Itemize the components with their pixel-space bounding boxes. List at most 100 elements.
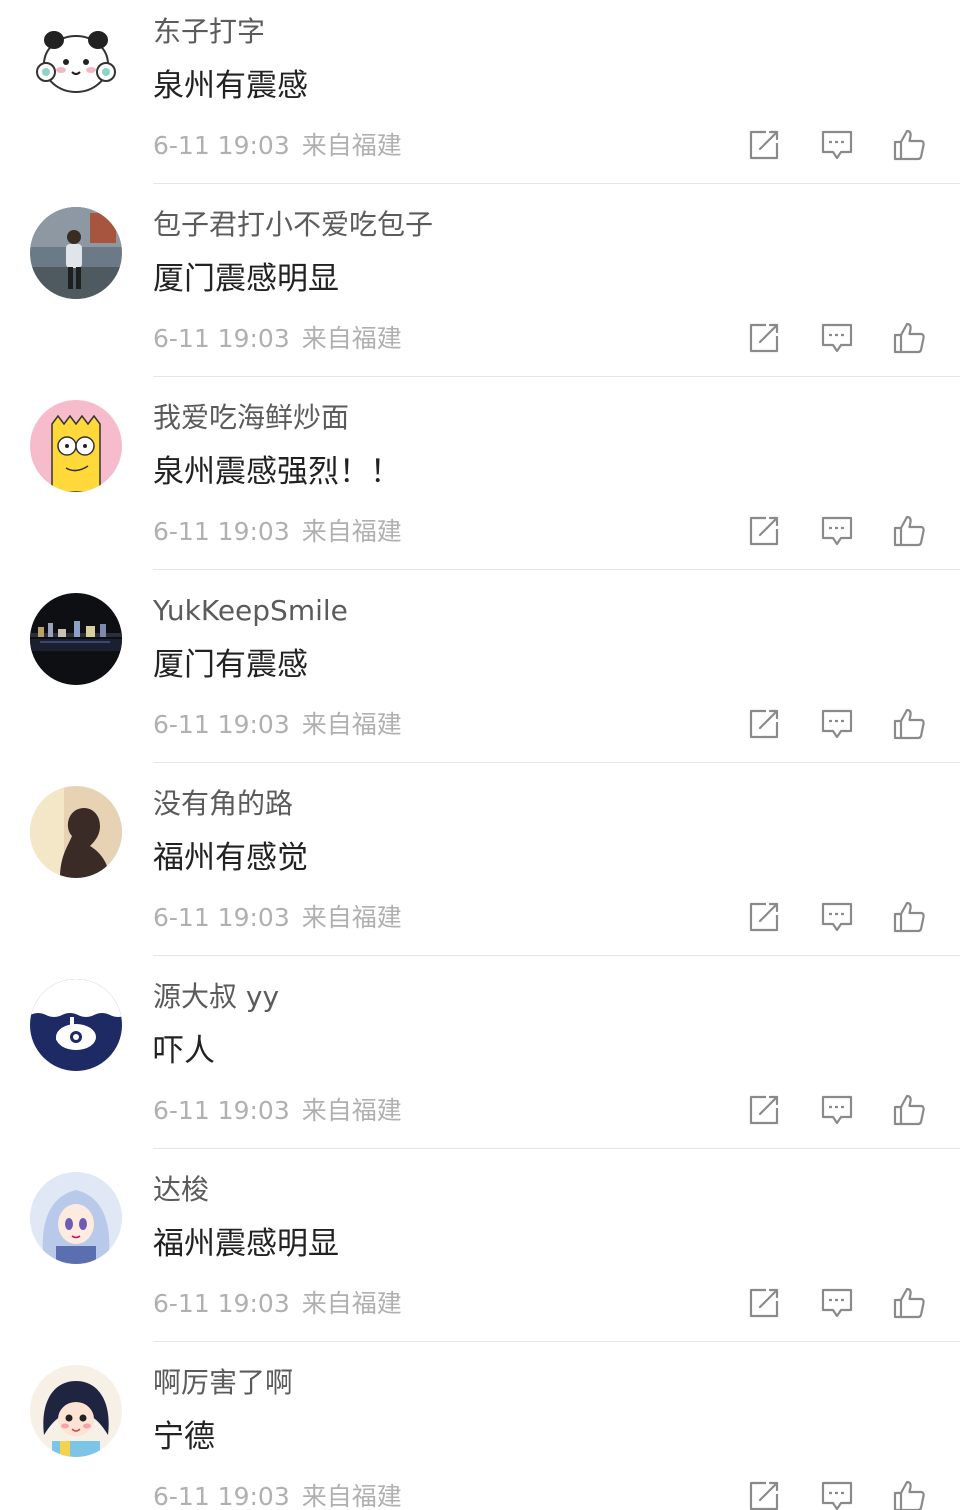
action-bar [744, 513, 934, 553]
avatar[interactable] [30, 1365, 122, 1457]
comment-location: 来自福建 [301, 710, 402, 739]
username[interactable]: YukKeepSmile [153, 591, 348, 631]
share-button[interactable] [746, 1092, 782, 1128]
divider [153, 569, 960, 570]
comment-item: 达梭 福州震感明显 6-11 19:03 来自福建 [0, 1158, 960, 1351]
avatar[interactable] [30, 593, 122, 685]
comment-text: 泉州震感强烈！！ [153, 454, 401, 490]
panda-headphones-avatar [30, 14, 122, 106]
comment-meta: 6-11 19:03 来自福建 [153, 1286, 402, 1322]
comment-location: 来自福建 [301, 903, 402, 932]
share-icon [749, 1288, 779, 1318]
bart-simpson-avatar [30, 400, 122, 492]
like-button[interactable] [891, 513, 927, 549]
comment-button[interactable] [819, 1092, 855, 1128]
avatar[interactable] [30, 786, 122, 878]
comment-location: 来自福建 [301, 1482, 402, 1510]
comment-button[interactable] [819, 1478, 855, 1510]
comment-item: 没有角的路 福州有感觉 6-11 19:03 来自福建 [0, 772, 960, 965]
like-button[interactable] [891, 320, 927, 356]
thumbs-up-icon [893, 1094, 925, 1126]
share-icon [749, 1095, 779, 1125]
comment-item: 包子君打小不爱吃包子 厦门震感明显 6-11 19:03 来自福建 [0, 193, 960, 386]
share-button[interactable] [746, 513, 782, 549]
comment-time: 6-11 19:03 [153, 1482, 290, 1510]
comment-location: 来自福建 [301, 324, 402, 353]
comment-time: 6-11 19:03 [153, 517, 290, 546]
comment-list: 东子打字 泉州有震感 6-11 19:03 来自福建 包子君打小不爱吃包子 厦门… [0, 0, 960, 1510]
avatar[interactable] [30, 14, 122, 106]
divider [153, 762, 960, 763]
comment-button[interactable] [819, 320, 855, 356]
share-button[interactable] [746, 1478, 782, 1510]
comment-icon [821, 516, 853, 546]
share-button[interactable] [746, 320, 782, 356]
share-button[interactable] [746, 706, 782, 742]
avatar[interactable] [30, 400, 122, 492]
comment-button[interactable] [819, 127, 855, 163]
comment-icon [821, 709, 853, 739]
comment-button[interactable] [819, 899, 855, 935]
username[interactable]: 包子君打小不爱吃包子 [153, 205, 433, 245]
username[interactable]: 东子打字 [153, 12, 265, 52]
comment-location: 来自福建 [301, 1096, 402, 1125]
thumbs-up-icon [893, 1287, 925, 1319]
comment-item: 东子打字 泉州有震感 6-11 19:03 来自福建 [0, 0, 960, 193]
thumbs-up-icon [893, 1480, 925, 1510]
avatar[interactable] [30, 1172, 122, 1264]
comment-item: 我爱吃海鲜炒面 泉州震感强烈！！ 6-11 19:03 来自福建 [0, 386, 960, 579]
thumbs-up-icon [893, 129, 925, 161]
share-icon [749, 130, 779, 160]
share-button[interactable] [746, 899, 782, 935]
share-icon [749, 516, 779, 546]
username[interactable]: 达梭 [153, 1170, 209, 1210]
comment-button[interactable] [819, 513, 855, 549]
comment-text: 福州震感明显 [153, 1226, 339, 1262]
action-bar [744, 706, 934, 746]
anime-girl-avatar [30, 1172, 122, 1264]
comment-meta: 6-11 19:03 来自福建 [153, 1479, 402, 1510]
comment-button[interactable] [819, 1285, 855, 1321]
comment-time: 6-11 19:03 [153, 131, 290, 160]
action-bar [744, 1478, 934, 1510]
username[interactable]: 啊厉害了啊 [153, 1363, 293, 1403]
like-button[interactable] [891, 899, 927, 935]
divider [153, 955, 960, 956]
username[interactable]: 源大叔 yy [153, 977, 279, 1017]
comment-text: 吓人 [153, 1033, 215, 1069]
action-bar [744, 899, 934, 939]
divider [153, 376, 960, 377]
username[interactable]: 没有角的路 [153, 784, 293, 824]
comment-time: 6-11 19:03 [153, 1096, 290, 1125]
comment-button[interactable] [819, 706, 855, 742]
comment-item: 啊厉害了啊 宁德 6-11 19:03 来自福建 [0, 1351, 960, 1510]
like-button[interactable] [891, 1285, 927, 1321]
comment-location: 来自福建 [301, 517, 402, 546]
username[interactable]: 我爱吃海鲜炒面 [153, 398, 349, 438]
thumbs-up-icon [893, 322, 925, 354]
comment-item: 源大叔 yy 吓人 6-11 19:03 来自福建 [0, 965, 960, 1158]
night-city-skyline-avatar [30, 593, 122, 685]
like-button[interactable] [891, 127, 927, 163]
like-button[interactable] [891, 706, 927, 742]
avatar[interactable] [30, 979, 122, 1071]
share-icon [749, 1481, 779, 1510]
comment-text: 厦门有震感 [153, 647, 308, 683]
share-button[interactable] [746, 127, 782, 163]
comment-item: YukKeepSmile 厦门有震感 6-11 19:03 来自福建 [0, 579, 960, 772]
silhouette-portrait-avatar [30, 786, 122, 878]
divider [153, 183, 960, 184]
comment-icon [821, 1095, 853, 1125]
share-button[interactable] [746, 1285, 782, 1321]
comment-icon [821, 130, 853, 160]
avatar[interactable] [30, 207, 122, 299]
like-button[interactable] [891, 1478, 927, 1510]
share-icon [749, 902, 779, 932]
comment-icon [821, 1481, 853, 1510]
like-button[interactable] [891, 1092, 927, 1128]
comment-text: 泉州有震感 [153, 68, 308, 104]
comment-time: 6-11 19:03 [153, 710, 290, 739]
girl-on-street-photo-avatar [30, 207, 122, 299]
comment-meta: 6-11 19:03 来自福建 [153, 707, 402, 743]
thumbs-up-icon [893, 901, 925, 933]
